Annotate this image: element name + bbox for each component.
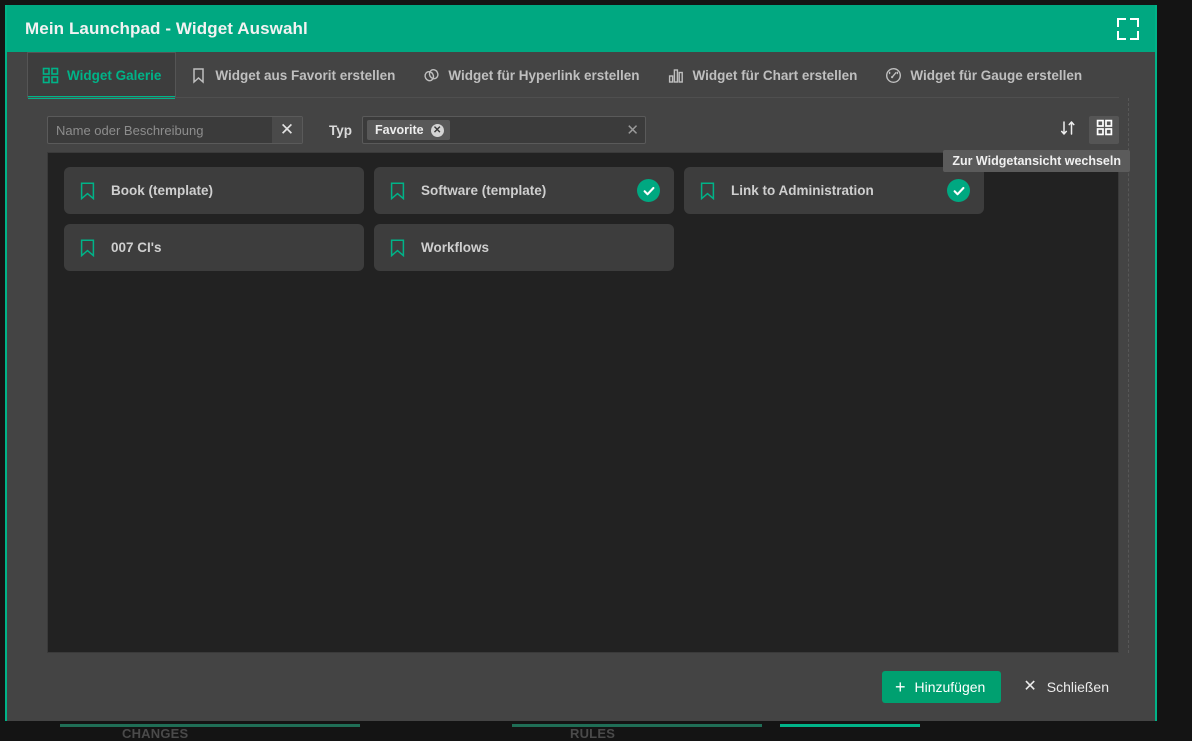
widget-card-label: Link to Administration [731,183,874,198]
bookmark-icon [390,181,405,200]
tab-widget-fuer-hyperlink[interactable]: Widget für Hyperlink erstellen [409,52,653,98]
widget-card[interactable]: Book (template) [64,167,364,214]
sort-arrows-icon [1059,119,1077,142]
bookmark-icon [390,238,405,257]
widget-card-label: Book (template) [111,183,214,198]
toolbar-right-controls: Zur Widgetansicht wechseln [943,116,1130,172]
background-ghost-bar-3 [780,724,920,727]
bookmark-icon [80,238,95,257]
fullscreen-icon[interactable] [1117,17,1139,40]
tab-bar: Widget Galerie Widget aus Favorit erstel… [7,52,1155,99]
widget-card-label: Software (template) [421,183,547,198]
close-icon: ✕ [1023,678,1037,695]
type-filter-box[interactable]: Favorite ✕ ✕ [362,116,646,144]
bookmark-icon [80,181,95,200]
widget-card[interactable]: Link to Administration [684,167,984,214]
widget-gallery-list: Book (template) Software (template) Link… [47,152,1119,653]
selected-check-icon [637,179,660,202]
dialog-footer: + Hinzufügen ✕ Schließen [7,653,1155,721]
type-filter-label: Typ [329,122,352,138]
tab-widget-galerie[interactable]: Widget Galerie [27,52,177,99]
tab-label: Widget für Chart erstellen [692,67,858,83]
tab-label: Widget aus Favorit erstellen [215,67,396,83]
widget-card[interactable]: 007 CI's [64,224,364,271]
bar-chart-icon [668,67,685,84]
gauge-icon [885,67,902,84]
chip-remove-icon[interactable]: ✕ [430,123,444,137]
tab-label: Widget für Hyperlink erstellen [448,67,640,83]
close-button-label: Schließen [1046,679,1109,695]
search-box: ✕ [47,116,303,144]
background-ghost-bar-2 [512,724,762,727]
tab-widget-fuer-chart[interactable]: Widget für Chart erstellen [654,52,872,98]
add-button-label: Hinzufügen [914,679,986,695]
panel-dashed-divider [1128,98,1129,653]
grid-view-icon [1096,119,1113,141]
bookmark-icon [700,181,715,200]
chip-label: Favorite [375,123,424,137]
selected-check-icon [947,179,970,202]
close-button[interactable]: ✕ Schließen [1007,671,1119,703]
widget-card[interactable]: Software (template) [374,167,674,214]
tab-widget-fuer-gauge[interactable]: Widget für Gauge erstellen [871,52,1096,98]
add-button[interactable]: + Hinzufügen [881,671,1002,703]
bookmark-icon [190,67,207,84]
background-ghost-label-2: RULES [570,726,616,741]
widget-selection-dialog: Mein Launchpad - Widget Auswahl Widget G… [5,5,1157,721]
widget-card[interactable]: Workflows [374,224,674,271]
grid-icon [42,67,59,84]
link-icon [423,67,440,84]
grid-view-button[interactable] [1089,116,1119,144]
search-input[interactable] [48,122,272,138]
dialog-title: Mein Launchpad - Widget Auswahl [25,18,308,38]
background-ghost-bar-1 [60,724,360,727]
plus-icon: + [894,677,906,697]
tab-label: Widget Galerie [67,68,162,83]
gallery-panel: ✕ Typ Favorite ✕ ✕ [7,98,1155,653]
widget-card-label: Workflows [421,240,490,255]
filter-chip-favorite[interactable]: Favorite ✕ [367,120,450,140]
type-filter-clear-button[interactable]: ✕ [626,121,639,139]
widget-card-label: 007 CI's [111,240,162,255]
view-button-tooltip: Zur Widgetansicht wechseln [943,150,1130,172]
background-ghost-label-1: CHANGES [122,726,189,741]
tab-label: Widget für Gauge erstellen [910,67,1083,83]
dialog-titlebar: Mein Launchpad - Widget Auswahl [7,5,1155,52]
gallery-toolbar: ✕ Typ Favorite ✕ ✕ [47,108,1130,172]
search-clear-button[interactable]: ✕ [272,117,302,143]
tab-widget-aus-favorit[interactable]: Widget aus Favorit erstellen [176,52,409,98]
sort-button[interactable] [1053,116,1083,144]
